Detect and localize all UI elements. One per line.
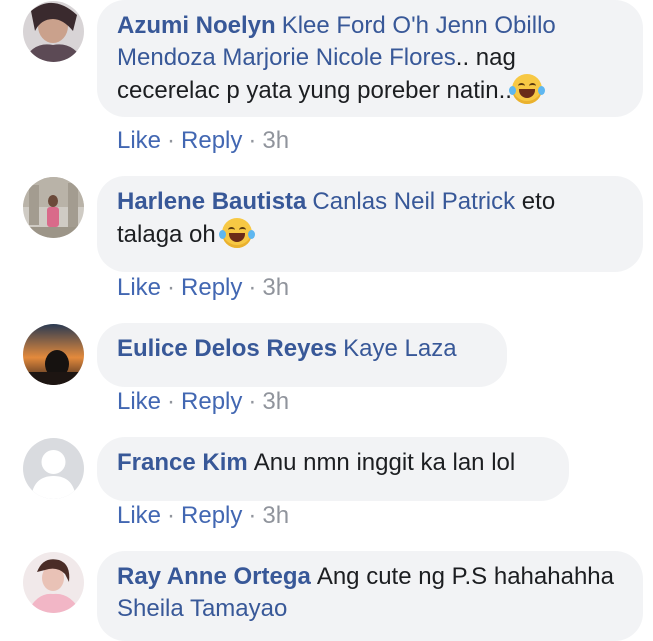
comment-bubble: France Kim Anu nmn inggit ka lan lol xyxy=(97,437,569,501)
separator: · xyxy=(248,274,257,301)
timestamp[interactable]: 3h xyxy=(262,127,289,154)
comment-actions: Like · Reply · 3h xyxy=(117,388,289,416)
avatar[interactable] xyxy=(23,324,84,385)
separator: · xyxy=(167,388,176,415)
reply-button[interactable]: Reply xyxy=(181,388,242,415)
separator: · xyxy=(248,502,257,529)
mention-link[interactable]: Canlas Neil Patrick xyxy=(312,188,515,215)
comment-bubble: Eulice Delos Reyes Kaye Laza xyxy=(97,323,507,387)
avatar[interactable] xyxy=(23,552,84,613)
laughing-tears-icon xyxy=(219,218,256,248)
comment-author-link[interactable]: Eulice Delos Reyes xyxy=(117,335,337,362)
separator: · xyxy=(167,127,176,154)
avatar[interactable] xyxy=(23,438,84,499)
like-button[interactable]: Like xyxy=(117,127,161,154)
comment-bubble: Harlene Bautista Canlas Neil Patrick eto … xyxy=(97,176,643,272)
separator: · xyxy=(248,127,257,154)
comment-bubble: Azumi Noelyn Klee Ford O'h Jenn Obillo Me… xyxy=(97,0,643,117)
comment-text: Anu nmn inggit ka lan lol xyxy=(253,449,516,476)
comment-text: Ang cute ng P.S hahahahha xyxy=(316,563,614,590)
comment-actions: Like · Reply · 3h xyxy=(117,274,289,302)
separator: · xyxy=(167,274,176,301)
mention-link[interactable]: Sheila Tamayao xyxy=(117,595,287,622)
separator: · xyxy=(167,502,176,529)
timestamp[interactable]: 3h xyxy=(262,274,289,301)
mention-link[interactable]: Kaye Laza xyxy=(343,335,456,362)
comment-author-link[interactable]: France Kim xyxy=(117,449,248,476)
avatar[interactable] xyxy=(23,1,84,62)
comment-bubble: Ray Anne Ortega Ang cute ng P.S hahahahha… xyxy=(97,551,643,641)
reply-button[interactable]: Reply xyxy=(181,274,242,301)
separator: · xyxy=(248,388,257,415)
like-button[interactable]: Like xyxy=(117,388,161,415)
laughing-tears-icon xyxy=(508,74,545,104)
reply-button[interactable]: Reply xyxy=(181,502,242,529)
comment-actions: Like · Reply · 3h xyxy=(117,502,289,530)
comment-actions: Like · Reply · 3h xyxy=(117,127,289,155)
timestamp[interactable]: 3h xyxy=(262,388,289,415)
reply-button[interactable]: Reply xyxy=(181,127,242,154)
timestamp[interactable]: 3h xyxy=(262,502,289,529)
avatar[interactable] xyxy=(23,177,84,238)
comment-author-link[interactable]: Ray Anne Ortega xyxy=(117,563,311,590)
comment-author-link[interactable]: Azumi Noelyn xyxy=(117,12,276,39)
comment-author-link[interactable]: Harlene Bautista xyxy=(117,188,306,215)
like-button[interactable]: Like xyxy=(117,274,161,301)
like-button[interactable]: Like xyxy=(117,502,161,529)
